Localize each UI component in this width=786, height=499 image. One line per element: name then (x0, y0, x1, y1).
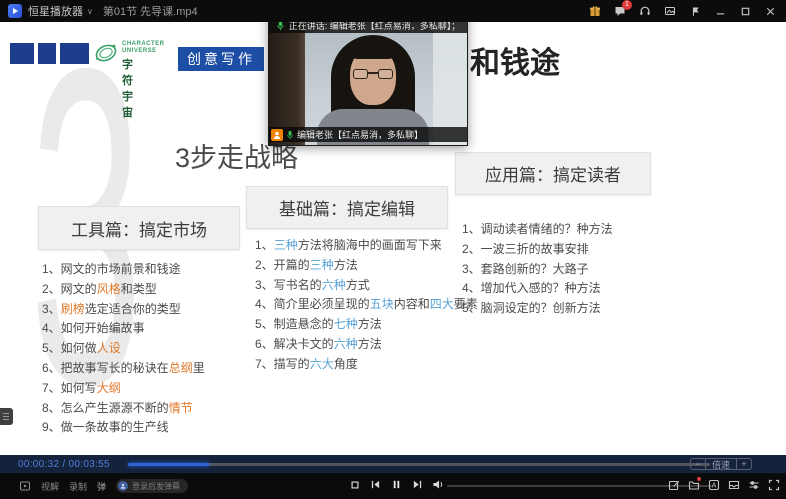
brand-flag-block (60, 43, 89, 64)
list-item: 5、脑洞设定的？创新方法 (462, 299, 613, 319)
person-icon (271, 129, 283, 141)
chevron-down-icon[interactable]: ∨ (87, 7, 93, 16)
title-bar: 恒星播放器 ∨ 第01节 先导课.mp4 1 (0, 0, 786, 22)
list-item: 4、简介里必须呈现的五块内容和四大要素 (255, 295, 478, 315)
svg-text:A: A (711, 482, 716, 489)
record-label[interactable]: 录制 (69, 480, 87, 493)
speaker-name: 编辑老张【红点易消，多私聊】 (297, 128, 423, 141)
brand-flag-block (38, 43, 56, 64)
control-bar: 视解 录制 弹 登录后发弹幕 (0, 473, 786, 499)
next-icon[interactable] (411, 478, 424, 491)
brand-name-chinese: 字符宇宙 (122, 56, 135, 120)
pause-icon[interactable] (390, 478, 403, 491)
volume-icon[interactable] (432, 478, 445, 491)
list-item: 3、写书名的六种方式 (255, 276, 478, 296)
login-icon (118, 481, 128, 491)
message-badge: 1 (622, 0, 632, 10)
maximize-icon[interactable] (737, 3, 753, 19)
playlist-handle[interactable] (0, 408, 13, 425)
seek-bar-fill (128, 463, 209, 466)
minimize-icon[interactable] (712, 3, 728, 19)
list-item: 8、怎么产生源源不断的情节 (42, 399, 205, 419)
headset-icon[interactable] (637, 3, 653, 19)
presenter-avatar (353, 69, 393, 79)
app-logo-icon (8, 4, 22, 18)
pin-icon[interactable] (687, 3, 703, 19)
speed-label[interactable]: 倍速 (706, 459, 736, 469)
folder-icon[interactable] (687, 478, 700, 491)
app-name[interactable]: 恒星播放器 (28, 3, 83, 19)
speaker-name-bar: 编辑老张【红点易消，多私聊】 (269, 127, 467, 142)
stop-icon[interactable] (348, 478, 361, 491)
list-item: 3、刷榜选定适合你的类型 (42, 300, 205, 320)
webcam-overlay: 正在讲话: 编辑老张【红点易消，多私聊】； 编辑老张【红点易消，多私聊】 (268, 12, 468, 146)
popup-icon[interactable] (18, 480, 31, 493)
list-item: 1、三种方法将脑海中的画面写下来 (255, 236, 478, 256)
microphone-icon (286, 130, 294, 140)
list-item: 6、把故事写长的秘诀在总纲里 (42, 359, 205, 379)
player-window: 恒星播放器 ∨ 第01节 先导课.mp4 1 (0, 0, 786, 499)
fullscreen-icon[interactable] (767, 478, 780, 491)
brand-globe-icon (92, 39, 120, 72)
section-list-basics: 1、三种方法将脑海中的画面写下来2、开篇的三种方法3、写书名的六种方式4、简介里… (255, 236, 478, 375)
message-icon[interactable]: 1 (612, 3, 628, 19)
section-header-tools: 工具篇：搞定市场 (38, 206, 240, 250)
speed-control: − 倍速 + (690, 458, 752, 470)
list-item: 2、开篇的三种方法 (255, 256, 478, 276)
list-item: 3、套路创新的？大路子 (462, 260, 613, 280)
slide-title-partial: 和钱途 (470, 38, 560, 82)
gift-icon[interactable] (587, 3, 603, 19)
list-item: 2、网文的风格和类型 (42, 280, 205, 300)
speed-decrease-button[interactable]: − (691, 459, 706, 469)
list-item: 4、增加代入感的？种方法 (462, 279, 613, 299)
list-item: 1、网文的市场前景和钱途 (42, 260, 205, 280)
list-item: 9、做一条故事的生产线 (42, 418, 205, 438)
list-item: 5、制造悬念的七种方法 (255, 315, 478, 335)
seek-bar[interactable] (128, 463, 710, 466)
brand-tag-button: 创意写作 (178, 47, 264, 71)
close-icon[interactable] (762, 3, 778, 19)
list-item: 2、一波三折的故事安排 (462, 240, 613, 260)
notification-dot (697, 477, 701, 481)
section-list-tools: 1、网文的市场前景和钱途2、网文的风格和类型3、刷榜选定适合你的类型4、如何开始… (42, 260, 205, 438)
list-item: 6、解决卡文的六种方法 (255, 335, 478, 355)
previous-icon[interactable] (369, 478, 382, 491)
section-list-application: 1、调动读者情绪的？种方法2、一波三折的故事安排3、套路创新的？大路子4、增加代… (462, 220, 613, 319)
list-item: 1、调动读者情绪的？种方法 (462, 220, 613, 240)
section-header-basics: 基础篇：搞定编辑 (246, 186, 448, 229)
subtitle-icon[interactable]: A (707, 478, 720, 491)
danmaku-input[interactable]: 登录后发弹幕 (116, 479, 188, 493)
file-name: 第01节 先导课.mp4 (103, 3, 198, 19)
list-item: 4、如何开始编故事 (42, 319, 205, 339)
danmaku-toggle[interactable]: 弹 (97, 480, 106, 493)
time-display: 00:00:32 / 00:03:55 (18, 459, 110, 470)
list-item: 5、如何做人设 (42, 339, 205, 359)
progress-bar-row: 00:00:32 / 00:03:55 − 倍速 + (0, 455, 786, 473)
list-item: 7、描写的六大角度 (255, 355, 478, 375)
section-header-application: 应用篇：搞定读者 (455, 152, 651, 195)
screenshot-icon[interactable] (662, 3, 678, 19)
speed-increase-button[interactable]: + (736, 459, 751, 469)
settings-icon[interactable] (747, 478, 760, 491)
brand-flag-block (10, 43, 34, 64)
playlist-icon[interactable] (727, 478, 740, 491)
danmaku-placeholder: 登录后发弹幕 (132, 481, 180, 492)
list-item: 7、如何写大纲 (42, 379, 205, 399)
edit-icon[interactable] (667, 478, 680, 491)
brand-name-english: CHARACTERUNIVERSE (122, 41, 165, 55)
video-option-label[interactable]: 视解 (41, 480, 59, 493)
presenter-avatar (347, 37, 399, 59)
